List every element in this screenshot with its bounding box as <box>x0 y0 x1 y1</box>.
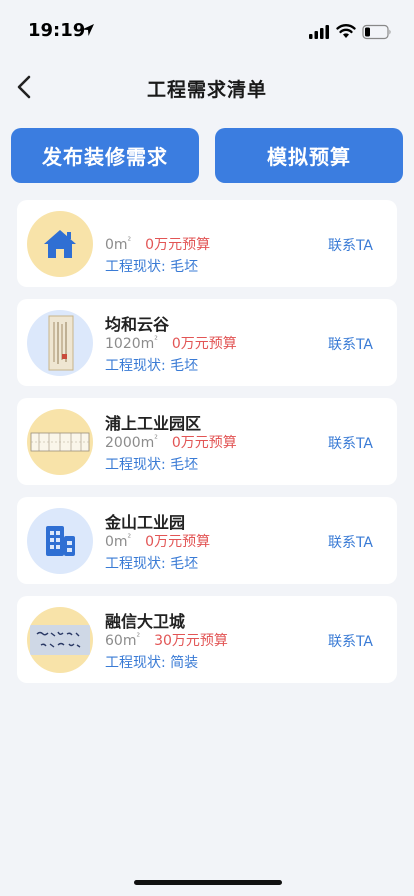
page-title: 工程需求清单 <box>146 79 267 101</box>
battery-icon <box>362 24 391 40</box>
contact-button[interactable]: 联系TA <box>328 631 373 651</box>
simulate-budget-button[interactable]: 模拟预算 <box>215 128 403 183</box>
project-area: 1020m² <box>105 335 158 352</box>
status-time: 19:19 <box>28 20 86 41</box>
status-bar: 19:19 <box>0 0 414 54</box>
project-area: 2000m² <box>105 434 158 451</box>
project-list: 0m² 0万元预算 工程现状: 毛坯 联系TA 均和云谷 1020m² 0万元预算 … <box>17 200 397 695</box>
project-card[interactable]: 浦上工业园区 2000m² 0万元预算 工程现状: 毛坯 联系TA <box>17 398 397 485</box>
contact-button[interactable]: 联系TA <box>328 334 373 354</box>
project-name: 融信大卫城 <box>105 612 186 631</box>
project-meta: 1020m² 0万元预算 <box>105 333 237 353</box>
signal-icon <box>309 25 329 39</box>
contact-button[interactable]: 联系TA <box>328 235 373 255</box>
contact-button[interactable]: 联系TA <box>328 532 373 552</box>
project-status: 工程现状: 毛坯 <box>105 457 199 473</box>
project-meta: 0m² 0万元预算 <box>105 531 210 551</box>
project-status: 工程现状: 毛坯 <box>105 556 199 572</box>
building-icon <box>46 526 75 556</box>
avatar <box>27 409 93 475</box>
project-budget: 0万元预算 <box>171 435 237 451</box>
project-card[interactable]: 金山工业园 0m² 0万元预算 工程现状: 毛坯 联系TA <box>17 497 397 584</box>
nav-bar: 工程需求清单 <box>0 62 414 112</box>
project-status: 工程现状: 毛坯 <box>105 259 199 275</box>
project-meta: 0m² 0万元预算 <box>105 234 210 254</box>
publish-demand-button[interactable]: 发布装修需求 <box>11 128 199 183</box>
floorplan-photo <box>30 432 90 452</box>
contact-button[interactable]: 联系TA <box>328 433 373 453</box>
avatar <box>27 211 93 277</box>
avatar <box>27 607 93 673</box>
location-arrow-icon <box>82 24 94 36</box>
calligraphy-photo <box>30 625 90 655</box>
project-budget: 30万元预算 <box>154 633 228 649</box>
project-card[interactable]: 0m² 0万元预算 工程现状: 毛坯 联系TA <box>17 200 397 287</box>
project-budget: 0万元预算 <box>171 336 237 352</box>
project-meta: 2000m² 0万元预算 <box>105 432 237 452</box>
project-area: 0m² <box>105 236 132 253</box>
document-photo <box>48 315 74 371</box>
project-card[interactable]: 融信大卫城 60m² 30万元预算 工程现状: 简装 联系TA <box>17 596 397 683</box>
project-card[interactable]: 均和云谷 1020m² 0万元预算 工程现状: 毛坯 联系TA <box>17 299 397 386</box>
project-status: 工程现状: 简装 <box>105 655 199 671</box>
project-area: 60m² <box>105 632 141 649</box>
house-icon <box>44 230 76 258</box>
project-name: 金山工业园 <box>105 513 186 532</box>
project-meta: 60m² 30万元预算 <box>105 630 228 650</box>
avatar <box>27 310 93 376</box>
avatar <box>27 508 93 574</box>
project-area: 0m² <box>105 533 132 550</box>
home-indicator <box>134 880 282 885</box>
wifi-icon <box>336 24 356 38</box>
project-budget: 0万元预算 <box>145 534 211 550</box>
project-budget: 0万元预算 <box>145 237 211 253</box>
project-name: 浦上工业园区 <box>105 414 202 433</box>
project-status: 工程现状: 毛坯 <box>105 358 199 374</box>
project-name: 均和云谷 <box>105 315 170 334</box>
